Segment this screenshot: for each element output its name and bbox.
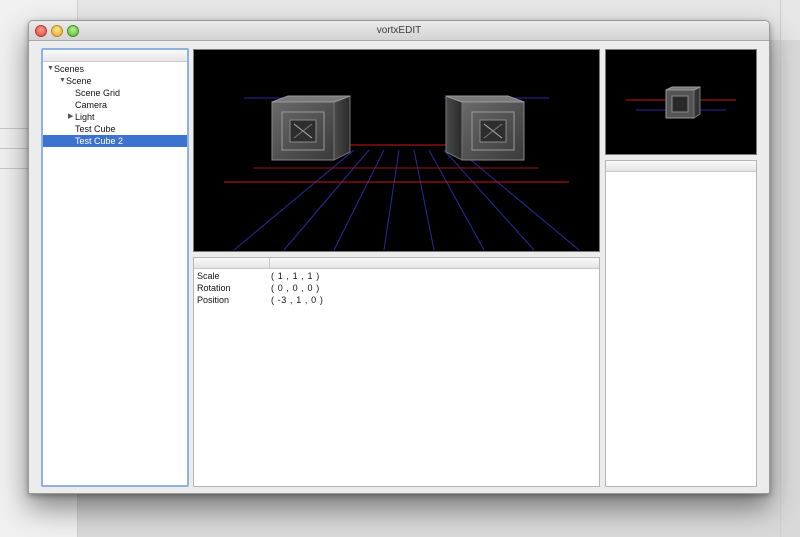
tree-item-scene[interactable]: ▼ Scene (43, 75, 187, 87)
tree-item-light[interactable]: ▶ Light (43, 111, 187, 123)
tree-item-scenes[interactable]: ▼ Scenes (43, 63, 187, 75)
tree-item-label: Scene Grid (75, 88, 121, 98)
property-value[interactable]: ( 0 , 0 , 0 ) (271, 282, 320, 294)
app-window: vortxEDIT ▼ Scenes ▼ Scene Scene Grid Ca… (28, 20, 770, 494)
property-row-rotation[interactable]: Rotation ( 0 , 0 , 0 ) (194, 282, 599, 294)
desktop-divider (0, 148, 30, 149)
tree-item-label: Scenes (54, 64, 85, 74)
property-row-scale[interactable]: Scale ( 1 , 1 , 1 ) (194, 270, 599, 282)
desktop-divider (0, 168, 30, 169)
tree-item-label: Camera (75, 100, 108, 110)
property-name: Scale (197, 271, 220, 281)
test-cube-2-render (445, 95, 525, 161)
tree-header (43, 50, 187, 62)
tree-item-label: Scene (66, 76, 92, 86)
viewport-render (224, 95, 580, 251)
desktop-divider (780, 0, 781, 537)
properties-table[interactable]: Scale ( 1 , 1 , 1 ) Rotation ( 0 , 0 , 0… (193, 257, 600, 487)
property-value[interactable]: ( 1 , 1 , 1 ) (271, 270, 320, 282)
tree-item-label: Test Cube (75, 124, 116, 134)
column-divider[interactable] (269, 258, 270, 269)
properties-header (194, 258, 599, 269)
3d-viewport[interactable] (193, 49, 600, 252)
inspector-header (606, 161, 756, 172)
tree-item-camera[interactable]: Camera (43, 99, 187, 111)
property-name: Position (197, 295, 230, 305)
tree-item-test-cube-2[interactable]: Test Cube 2 (43, 135, 187, 147)
inspector-panel[interactable] (605, 160, 757, 487)
property-name: Rotation (197, 283, 231, 293)
tree-item-scene-grid[interactable]: Scene Grid (43, 87, 187, 99)
scene-tree[interactable]: ▼ Scenes ▼ Scene Scene Grid Camera ▶ Lig… (41, 48, 189, 487)
tree-item-label: Light (75, 112, 95, 122)
window-title: vortxEDIT (376, 25, 422, 36)
desktop-divider (0, 128, 30, 129)
tree-item-label: Test Cube 2 (75, 136, 124, 146)
camera-preview[interactable] (605, 49, 757, 155)
property-row-position[interactable]: Position ( -3 , 1 , 0 ) (194, 294, 599, 306)
test-cube-render (271, 95, 351, 161)
tree-item-test-cube[interactable]: Test Cube (43, 123, 187, 135)
preview-render (626, 86, 736, 119)
title-bar[interactable]: vortxEDIT (29, 21, 769, 41)
property-value[interactable]: ( -3 , 1 , 0 ) (271, 294, 323, 306)
